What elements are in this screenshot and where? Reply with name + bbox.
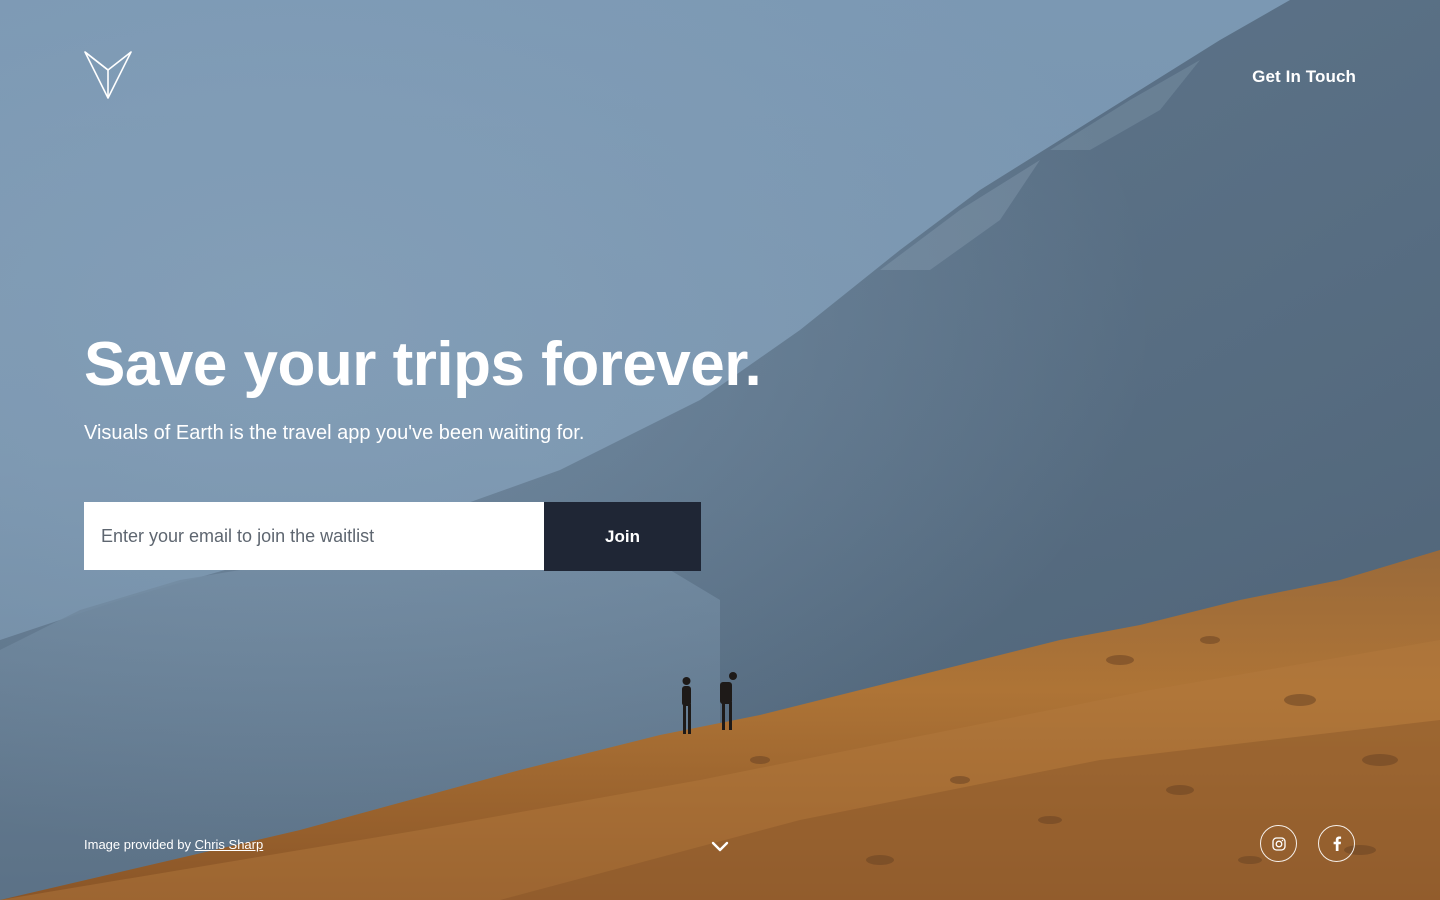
paper-plane-v-icon[interactable] [84, 50, 132, 100]
image-credit: Image provided by Chris Sharp [84, 837, 263, 852]
join-button[interactable]: Join [544, 502, 701, 571]
background-landscape-image [0, 0, 1440, 900]
facebook-button[interactable] [1318, 825, 1355, 862]
credit-prefix: Image provided by [84, 837, 195, 852]
waitlist-form: Join [84, 502, 701, 571]
chevron-down-icon[interactable] [710, 840, 730, 854]
instagram-icon [1271, 836, 1286, 851]
facebook-icon [1333, 836, 1341, 851]
instagram-button[interactable] [1260, 825, 1297, 862]
page-title: Save your trips forever. [84, 330, 762, 399]
credit-author-link[interactable]: Chris Sharp [195, 837, 264, 852]
email-field[interactable] [84, 502, 544, 570]
get-in-touch-link[interactable]: Get In Touch [1252, 67, 1356, 87]
page-subtitle: Visuals of Earth is the travel app you'v… [84, 422, 585, 444]
hero-section: Get In Touch Save your trips forever. Vi… [0, 0, 1440, 900]
